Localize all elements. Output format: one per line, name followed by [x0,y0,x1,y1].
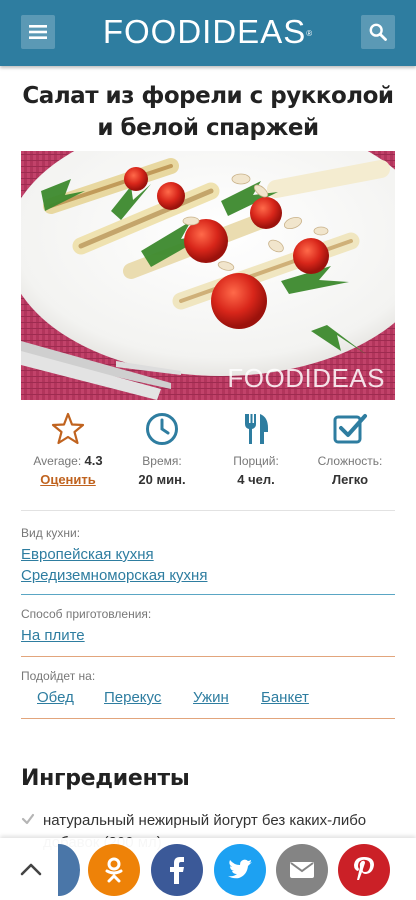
checkbox-icon [333,414,367,444]
recipe-title: Салат из форели с рукколой и белой спарж… [22,83,394,141]
rate-link[interactable]: Оценить [21,472,115,487]
chevron-up-icon [20,863,42,876]
suits-block: Подойдет на: Обед Перекус Ужин Банкет [21,669,395,710]
ingredients-heading: Ингредиенты [21,766,190,791]
top-bar: FOODIDEAS® [0,0,416,66]
logo-text: FOODIDEAS [102,13,307,50]
suits-link-banquet[interactable]: Банкет [261,688,309,708]
twitter-share-button[interactable] [214,844,266,896]
recipe-photo: FOODIDEAS [21,151,395,400]
method-block: Способ приготовления: На плите [21,607,395,646]
suits-caption: Подойдет на: [21,669,96,683]
time-label: Время: [142,454,182,468]
cuisine-caption: Вид кухни: [21,526,81,540]
odnoklassniki-icon [105,857,123,883]
email-share-button[interactable] [276,844,328,896]
divider [21,510,395,511]
method-link-stovetop[interactable]: На плите [21,626,85,646]
scroll-up-button[interactable] [0,838,62,900]
rating-value: 4.3 [84,453,103,468]
servings-value: 4 чел. [237,472,275,487]
rating-label: Average: 4.3 [33,453,103,469]
difficulty-stat: Сложность: Легко [303,412,397,487]
twitter-icon [228,859,252,879]
star-icon[interactable] [51,412,85,446]
divider [21,656,395,657]
cutlery-icon [245,414,268,444]
suits-link-snack[interactable]: Перекус [104,688,161,708]
time-stat: Время: 20 мин. [115,412,209,487]
recipe-stats: Average: 4.3 Оценить Время: 20 мин. Порц… [21,412,395,492]
difficulty-value: Легко [331,472,369,487]
check-icon [21,813,35,825]
search-button[interactable] [361,15,395,49]
pinterest-icon [354,857,374,880]
servings-stat: Порций: 4 чел. [209,412,303,487]
cuisine-link-mediterranean[interactable]: Средиземноморская кухня [21,566,207,586]
divider [21,594,395,595]
facebook-share-button[interactable] [151,844,203,896]
photo-watermark: FOODIDEAS [227,363,385,393]
servings-label: Порций: [233,454,279,468]
envelope-icon [290,862,314,878]
pinterest-share-button[interactable] [338,844,390,896]
method-caption: Способ приготовления: [21,607,152,621]
share-bar [0,838,416,900]
cuisine-block: Вид кухни: Европейская кухня Средиземном… [21,526,395,586]
suits-link-dinner[interactable]: Ужин [193,688,229,708]
search-icon [369,23,387,41]
site-logo[interactable]: FOODIDEAS® [0,12,416,52]
odnoklassniki-share-button[interactable] [88,844,140,896]
time-value: 20 мин. [138,472,186,487]
facebook-icon [170,857,184,884]
cuisine-link-european[interactable]: Европейская кухня [21,545,154,565]
rating-stat: Average: 4.3 Оценить [21,412,115,487]
difficulty-label: Сложность: [317,454,383,468]
logo-registered-mark: ® [306,29,314,38]
clock-icon [146,413,178,445]
divider [21,718,395,719]
suits-link-lunch[interactable]: Обед [37,688,74,708]
